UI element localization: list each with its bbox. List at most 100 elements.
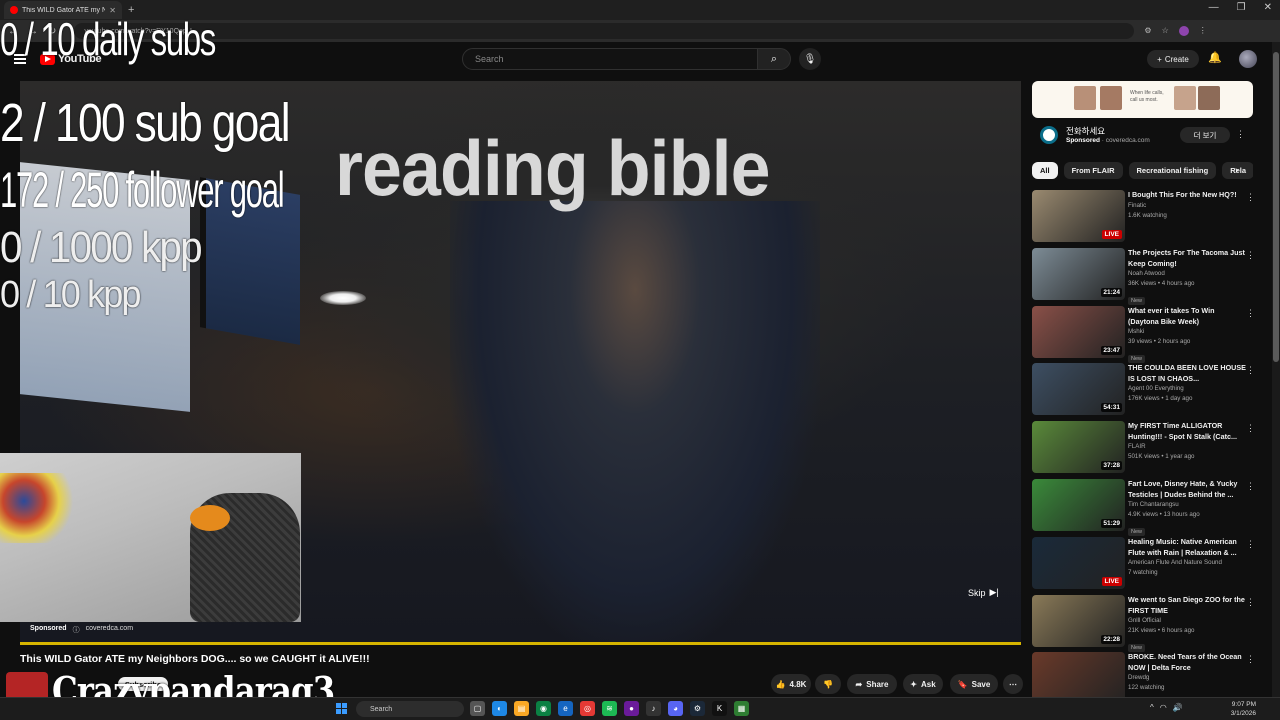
rec-channel[interactable]: Gnlll Official: [1128, 616, 1246, 626]
ad-title: 전화하세요: [1066, 126, 1106, 136]
steam-icon[interactable]: ⚙: [690, 701, 705, 716]
xbox-icon[interactable]: ◉: [536, 701, 551, 716]
video-thumbnail[interactable]: 23:47: [1032, 306, 1125, 358]
rec-kebab-menu-icon[interactable]: ⋮: [1246, 250, 1255, 261]
spotify-icon[interactable]: ≋: [602, 701, 617, 716]
rec-channel[interactable]: Finatic: [1128, 201, 1246, 211]
taskbar-search-input[interactable]: Search: [356, 701, 464, 717]
rec-title[interactable]: THE COULDA BEEN LOVE HOUSE IS LOST IN CH…: [1128, 363, 1246, 384]
rec-title[interactable]: The Projects For The Tacoma Just Keep Co…: [1128, 248, 1246, 269]
rec-kebab-menu-icon[interactable]: ⋮: [1246, 365, 1255, 376]
rec-title[interactable]: Fart Love, Disney Hate, & Yucky Testicle…: [1128, 479, 1246, 500]
search-button[interactable]: ⌕: [757, 48, 791, 70]
extensions-icon[interactable]: ⚙: [1144, 26, 1151, 36]
chip-recreational-fishing[interactable]: Recreational fishing: [1128, 162, 1217, 179]
tray-chevron-icon[interactable]: ^: [1150, 703, 1154, 712]
video-thumbnail[interactable]: LIVE: [1032, 190, 1125, 242]
ask-button[interactable]: ✦ Ask: [903, 674, 943, 694]
ad-learn-more-button[interactable]: 더 보기: [1180, 127, 1230, 143]
maximize-icon[interactable]: ❐: [1237, 2, 1246, 13]
share-button[interactable]: ➦ Share: [847, 674, 897, 694]
edge-icon[interactable]: e: [558, 701, 573, 716]
address-bar[interactable]: youtube.com/watch?v=RY10QopU: [74, 23, 1135, 39]
obs-icon[interactable]: ●: [624, 701, 639, 716]
rec-channel[interactable]: American Flute And Nature Sound: [1128, 558, 1246, 568]
like-button[interactable]: 👍 4.8K: [771, 674, 811, 694]
rec-title[interactable]: What ever it takes To Win (Daytona Bike …: [1128, 306, 1246, 327]
wifi-icon[interactable]: ◠: [1160, 703, 1167, 712]
voice-search-button[interactable]: 🎙: [799, 48, 821, 70]
recommendation-item[interactable]: 21:24 The Projects For The Tacoma Just Ke…: [1032, 248, 1262, 305]
recommendation-item[interactable]: 22:28 We went to San Diego ZOO for the FI…: [1032, 595, 1262, 652]
volume-icon[interactable]: 🔊: [1173, 703, 1183, 712]
rec-kebab-menu-icon[interactable]: ⋮: [1246, 308, 1255, 319]
widgets-icon[interactable]: ◐: [492, 701, 507, 716]
recommendation-item[interactable]: 54:31 THE COULDA BEEN LOVE HOUSE IS LOST …: [1032, 363, 1262, 417]
info-icon[interactable]: ⓘ: [73, 625, 80, 635]
discord-icon[interactable]: ◕: [668, 701, 683, 716]
search-input[interactable]: Search: [462, 48, 758, 70]
windows-start-icon[interactable]: [336, 703, 347, 714]
rec-channel[interactable]: Noah Atwood: [1128, 269, 1246, 279]
kick-icon[interactable]: K: [712, 701, 727, 716]
task-view-icon[interactable]: ▢: [470, 701, 485, 716]
chevron-right-icon[interactable]: ›: [1235, 165, 1238, 176]
recommendation-item[interactable]: 23:47 What ever it takes To Win (Daytona …: [1032, 306, 1262, 363]
recommendation-item[interactable]: LIVE Healing Music: Native American Flute…: [1032, 537, 1262, 591]
minimize-icon[interactable]: —: [1209, 2, 1219, 13]
rec-kebab-menu-icon[interactable]: ⋮: [1246, 654, 1255, 665]
minecraft-icon[interactable]: ▦: [734, 701, 749, 716]
video-thumbnail[interactable]: 22:28: [1032, 595, 1125, 647]
notifications-bell-icon[interactable]: 🔔: [1208, 51, 1222, 64]
rec-channel[interactable]: FLAIR: [1128, 442, 1246, 452]
rec-meta: 36K views • 4 hours ago: [1128, 280, 1195, 287]
account-avatar[interactable]: [1239, 50, 1257, 68]
video-thumbnail[interactable]: 51:29: [1032, 479, 1125, 531]
browser-menu-icon[interactable]: ⋮: [1199, 26, 1207, 36]
video-thumbnail[interactable]: 54:31: [1032, 363, 1125, 415]
rec-channel[interactable]: Drewdg: [1128, 673, 1246, 683]
recommendation-item[interactable]: LIVE I Bought This For the New HQ?! Finati…: [1032, 190, 1262, 244]
skip-ad-button[interactable]: Skip ▶|: [968, 587, 999, 598]
rec-kebab-menu-icon[interactable]: ⋮: [1246, 192, 1255, 203]
file-explorer-icon[interactable]: ▤: [514, 701, 529, 716]
rec-meta: 122 watching: [1128, 684, 1165, 691]
chip-from-flair[interactable]: From FLAIR: [1063, 162, 1123, 179]
create-button[interactable]: + Create: [1147, 50, 1199, 68]
sidebar-ad-card[interactable]: When life calls, call us most. 전화하세요 Spo…: [1032, 81, 1253, 157]
video-thumbnail[interactable]: 21:24: [1032, 248, 1125, 300]
rec-channel[interactable]: Mshki: [1128, 327, 1246, 337]
taskbar-clock[interactable]: 9:07 PM 3/1/2026: [1226, 700, 1256, 718]
tiktok-icon[interactable]: ♪: [646, 701, 661, 716]
rec-channel[interactable]: Tim Chantarangsu: [1128, 500, 1246, 510]
rec-title[interactable]: My FIRST Time ALLIGATOR Hunting!!! - Spo…: [1128, 421, 1246, 442]
rec-kebab-menu-icon[interactable]: ⋮: [1246, 423, 1255, 434]
dislike-button[interactable]: 👎: [815, 674, 841, 694]
recommendation-item[interactable]: 51:29 Fart Love, Disney Hate, & Yucky Tes…: [1032, 479, 1262, 536]
rec-title[interactable]: BROKE. Need Tears of the Ocean NOW | Del…: [1128, 652, 1246, 673]
ad-domain[interactable]: coveredca.com: [86, 625, 133, 635]
save-button[interactable]: 🔖 Save: [950, 674, 998, 694]
rec-title[interactable]: We went to San Diego ZOO for the FIRST T…: [1128, 595, 1246, 616]
browser-profile-icon[interactable]: [1178, 26, 1189, 36]
chip-all[interactable]: All: [1032, 162, 1058, 179]
close-window-icon[interactable]: ✕: [1264, 2, 1272, 13]
video-progress-bar[interactable]: [20, 642, 1021, 645]
rec-kebab-menu-icon[interactable]: ⋮: [1246, 481, 1255, 492]
more-actions-button[interactable]: ⋯: [1003, 674, 1023, 694]
chrome-icon[interactable]: ◎: [580, 701, 595, 716]
rec-title[interactable]: I Bought This For the New HQ?!: [1128, 190, 1246, 201]
rec-kebab-menu-icon[interactable]: ⋮: [1246, 597, 1255, 608]
video-thumbnail[interactable]: 37:28: [1032, 421, 1125, 473]
rec-channel[interactable]: Agent 00 Everything: [1128, 384, 1246, 394]
rec-title[interactable]: Healing Music: Native American Flute wit…: [1128, 537, 1246, 558]
bookmark-star-icon[interactable]: ☆: [1162, 26, 1169, 36]
recommendation-item[interactable]: 37:28 My FIRST Time ALLIGATOR Hunting!!! …: [1032, 421, 1262, 475]
clock-time: 9:07 PM: [1231, 701, 1256, 708]
ad-banner-image[interactable]: When life calls, call us most.: [1032, 81, 1253, 118]
video-thumbnail[interactable]: LIVE: [1032, 537, 1125, 589]
scrollbar-thumb[interactable]: [1273, 52, 1279, 362]
rec-kebab-menu-icon[interactable]: ⋮: [1246, 539, 1255, 550]
page-scrollbar[interactable]: [1272, 42, 1280, 700]
ad-kebab-menu-icon[interactable]: ⋮: [1236, 129, 1245, 140]
